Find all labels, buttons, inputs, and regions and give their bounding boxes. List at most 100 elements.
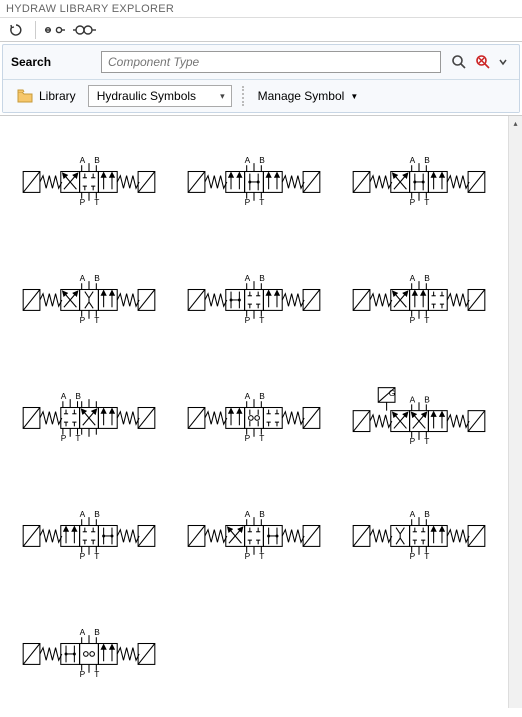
toolbar-separator	[242, 86, 244, 106]
svg-text:P: P	[410, 315, 416, 325]
symbol-grid: A B P T A B P T	[0, 116, 508, 708]
svg-text:T: T	[75, 433, 80, 443]
svg-text:P: P	[410, 551, 416, 561]
svg-text:P: P	[245, 315, 251, 325]
svg-text:T: T	[259, 433, 264, 443]
svg-text:P: P	[79, 197, 85, 207]
link-icon	[44, 24, 66, 36]
symbol-item[interactable]: A B P T	[6, 596, 171, 708]
symbol-item[interactable]: G A B P T	[337, 360, 502, 478]
caret-down-icon: ▼	[350, 92, 358, 101]
svg-text:P: P	[79, 315, 85, 325]
svg-text:B: B	[94, 273, 100, 283]
svg-text:T: T	[94, 315, 99, 325]
clear-search-button[interactable]	[475, 54, 491, 70]
svg-text:B: B	[75, 391, 81, 401]
title-text: HYDRAW LIBRARY EXPLORER	[6, 3, 174, 15]
svg-text:A: A	[410, 394, 416, 404]
dropdown-value: Hydraulic Symbols	[97, 89, 196, 103]
scroll-up-button[interactable]: ▴	[509, 116, 522, 130]
svg-text:P: P	[245, 433, 251, 443]
refresh-icon	[9, 23, 23, 37]
library-label: Library	[39, 89, 76, 103]
svg-text:T: T	[94, 551, 99, 561]
svg-text:A: A	[79, 155, 85, 165]
svg-text:P: P	[60, 433, 66, 443]
chevron-down-icon	[499, 54, 507, 70]
window-title: HYDRAW LIBRARY EXPLORER	[0, 0, 522, 18]
symbol-item[interactable]: A B P T	[171, 360, 336, 478]
symbol-item[interactable]: A B P T	[337, 242, 502, 360]
search-button[interactable]	[451, 54, 467, 70]
symbol-item[interactable]: A B P T	[337, 478, 502, 596]
svg-text:T: T	[425, 197, 430, 207]
symbol-item[interactable]: A B P T	[171, 478, 336, 596]
search-options-button[interactable]	[499, 54, 507, 70]
svg-text:A: A	[410, 509, 416, 519]
svg-text:A: A	[410, 155, 416, 165]
svg-text:A: A	[79, 509, 85, 519]
toolbar-separator	[35, 21, 36, 39]
svg-text:T: T	[94, 197, 99, 207]
svg-text:T: T	[259, 551, 264, 561]
svg-text:A: A	[410, 273, 416, 283]
folder-icon	[17, 89, 33, 103]
svg-text:T: T	[259, 197, 264, 207]
symbol-item[interactable]: A B P T	[337, 124, 502, 242]
svg-text:A: A	[79, 273, 85, 283]
series-mode-button[interactable]	[73, 20, 97, 40]
search-panel: Search	[2, 44, 520, 113]
symbol-item[interactable]: A B P T	[6, 124, 171, 242]
svg-text:P: P	[410, 436, 416, 446]
svg-text:T: T	[425, 315, 430, 325]
symbol-item[interactable]: A B P T	[6, 478, 171, 596]
svg-text:B: B	[259, 509, 265, 519]
svg-text:T: T	[425, 551, 430, 561]
svg-text:T: T	[425, 436, 430, 446]
double-circle-icon	[73, 24, 97, 36]
svg-text:B: B	[259, 273, 265, 283]
search-label: Search	[11, 55, 91, 69]
svg-text:A: A	[245, 155, 251, 165]
svg-text:A: A	[79, 627, 85, 637]
svg-text:B: B	[425, 394, 431, 404]
symbol-category-dropdown[interactable]: Hydraulic Symbols ▾	[88, 85, 232, 107]
svg-text:A: A	[245, 273, 251, 283]
svg-text:B: B	[425, 155, 431, 165]
svg-text:B: B	[94, 155, 100, 165]
symbol-item[interactable]: A B P T	[171, 124, 336, 242]
main-toolbar	[0, 18, 522, 42]
svg-text:P: P	[79, 551, 85, 561]
svg-text:P: P	[245, 551, 251, 561]
svg-text:G: G	[389, 388, 396, 398]
svg-text:B: B	[425, 509, 431, 519]
search-input[interactable]	[101, 51, 441, 73]
symbol-item[interactable]: A B P T	[171, 242, 336, 360]
search-icon	[451, 54, 467, 70]
manage-symbol-button[interactable]: Manage Symbol ▼	[254, 87, 363, 105]
svg-text:A: A	[245, 509, 251, 519]
svg-text:B: B	[94, 627, 100, 637]
manage-symbol-label: Manage Symbol	[258, 89, 345, 103]
svg-text:T: T	[259, 315, 264, 325]
svg-text:B: B	[259, 391, 265, 401]
symbol-item[interactable]: A B P T	[6, 242, 171, 360]
chevron-up-icon: ▴	[513, 119, 517, 128]
svg-text:B: B	[425, 273, 431, 283]
svg-text:P: P	[245, 197, 251, 207]
library-toolbar: Library Hydraulic Symbols ▾ Manage Symbo…	[3, 79, 519, 112]
svg-text:A: A	[60, 391, 66, 401]
library-button[interactable]: Library	[11, 87, 82, 105]
refresh-button[interactable]	[4, 20, 28, 40]
svg-text:A: A	[245, 391, 251, 401]
svg-text:B: B	[94, 509, 100, 519]
svg-text:P: P	[410, 197, 416, 207]
content-area: A B P T A B P T	[0, 115, 522, 708]
link-mode-button[interactable]	[43, 20, 67, 40]
chevron-down-icon: ▾	[220, 91, 225, 102]
svg-text:P: P	[79, 669, 85, 679]
svg-text:B: B	[259, 155, 265, 165]
svg-text:T: T	[94, 669, 99, 679]
symbol-item[interactable]: A B P T	[6, 360, 171, 478]
vertical-scrollbar[interactable]: ▴	[508, 116, 522, 708]
